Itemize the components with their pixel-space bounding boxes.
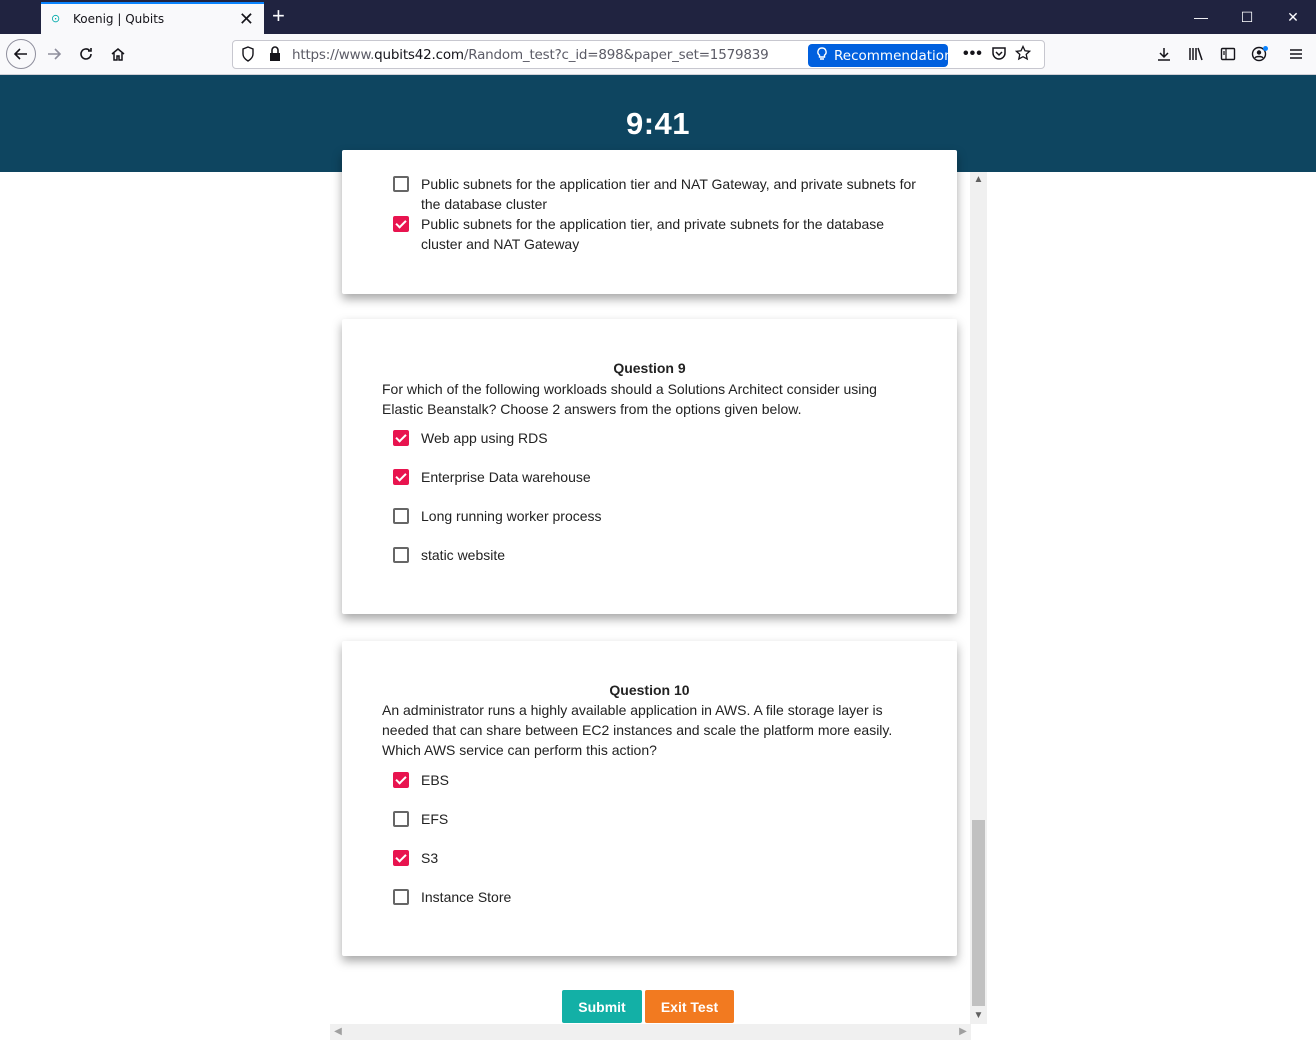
answer-option[interactable]: Web app using RDS: [393, 428, 921, 448]
answer-option[interactable]: Public subnets for the application tier,…: [393, 214, 921, 254]
recommendation-button[interactable]: Recommendation: [808, 44, 953, 67]
option-checkbox[interactable]: [393, 469, 409, 485]
logout-link[interactable]: LOGOUT: [1232, 211, 1292, 227]
reload-icon[interactable]: [72, 40, 100, 68]
close-window-button[interactable]: ✕: [1270, 0, 1316, 34]
lightbulb-icon: [816, 46, 828, 65]
tab-close-icon[interactable]: ✕: [239, 10, 254, 28]
home-link[interactable]: HOME: [1172, 211, 1214, 227]
scroll-thumb[interactable]: [972, 820, 985, 1006]
question-text: An administrator runs a highly available…: [382, 702, 893, 758]
tab-bar: ⊙ Koenig | Qubits ✕ + — ☐ ✕: [0, 0, 1316, 34]
option-checkbox[interactable]: [393, 850, 409, 866]
library-icon[interactable]: [1180, 40, 1212, 68]
answer-option[interactable]: S3: [393, 848, 921, 868]
scroll-up-icon[interactable]: ▲: [970, 172, 987, 188]
question-card: Question 10 An administrator runs a high…: [342, 641, 957, 956]
option-checkbox[interactable]: [393, 889, 409, 905]
countdown-timer: 9:41: [625, 105, 691, 141]
account-icon[interactable]: [1244, 40, 1276, 68]
koenig-favicon: ⊙: [51, 13, 61, 25]
option-label: Public subnets for the application tier,…: [421, 216, 885, 252]
submit-button[interactable]: Submit: [562, 990, 642, 1023]
tab-title: Koenig | Qubits: [73, 12, 165, 26]
option-checkbox[interactable]: [393, 430, 409, 446]
toolbar-right: [1148, 40, 1316, 68]
answer-option[interactable]: Public subnets for the application tier …: [393, 174, 921, 214]
option-checkbox[interactable]: [393, 811, 409, 827]
browser-tab[interactable]: ⊙ Koenig | Qubits ✕: [41, 2, 264, 34]
scroll-right-icon[interactable]: ▶: [955, 1024, 971, 1040]
option-label: S3: [421, 850, 439, 866]
back-arrow-icon[interactable]: [6, 39, 36, 69]
vertical-scrollbar[interactable]: ▲ ▼: [970, 172, 987, 1024]
option-label: EFS: [421, 811, 449, 827]
question-text: For which of the following workloads sho…: [382, 381, 877, 417]
option-checkbox[interactable]: [393, 772, 409, 788]
minimize-button[interactable]: —: [1178, 0, 1224, 34]
option-label: Long running worker process: [421, 508, 602, 524]
download-icon[interactable]: [1148, 40, 1180, 68]
shield-icon[interactable]: [241, 46, 255, 67]
option-label: static website: [421, 547, 506, 563]
answer-option[interactable]: EBS: [393, 770, 921, 790]
answer-option[interactable]: Instance Store: [393, 887, 921, 907]
lock-icon[interactable]: [269, 46, 281, 67]
maximize-button[interactable]: ☐: [1224, 0, 1270, 34]
horizontal-scrollbar[interactable]: ◀ ▶: [330, 1024, 971, 1040]
forward-arrow-icon[interactable]: [40, 40, 68, 68]
option-checkbox[interactable]: [393, 216, 409, 232]
option-label: Enterprise Data warehouse: [421, 469, 591, 485]
star-icon[interactable]: [1014, 44, 1031, 66]
question-title: Question 10: [609, 682, 690, 698]
answer-option[interactable]: static website: [393, 545, 921, 565]
home-icon[interactable]: [104, 40, 132, 68]
window-controls: — ☐ ✕: [1178, 0, 1316, 34]
option-label: Web app using RDS: [421, 430, 548, 446]
option-checkbox[interactable]: [393, 176, 409, 192]
more-icon[interactable]: •••: [963, 45, 983, 66]
option-checkbox[interactable]: [393, 508, 409, 524]
option-label: Instance Store: [421, 889, 512, 905]
menu-icon[interactable]: [1276, 40, 1316, 68]
option-checkbox[interactable]: [393, 547, 409, 563]
scroll-left-icon[interactable]: ◀: [330, 1024, 346, 1040]
url-bar-actions: •••: [963, 44, 1031, 66]
pocket-icon[interactable]: [991, 45, 1007, 66]
option-label: Public subnets for the application tier …: [421, 176, 916, 212]
url-text[interactable]: https://www.qubits42.com/Random_test?c_i…: [292, 47, 769, 63]
question-card: Public subnets for the application tier …: [342, 150, 957, 294]
top-nav-links: HOME LOGOUT: [1172, 211, 1292, 227]
scroll-down-icon[interactable]: ▼: [970, 1008, 987, 1024]
new-tab-button[interactable]: +: [272, 5, 285, 27]
nav-toolbar: https://www.qubits42.com/Random_test?c_i…: [0, 34, 1316, 75]
recommendation-label: Recommendation: [834, 47, 953, 64]
question-title: Question 9: [613, 360, 686, 376]
answer-option[interactable]: Enterprise Data warehouse: [393, 467, 921, 487]
answer-option[interactable]: EFS: [393, 809, 921, 829]
option-label: EBS: [421, 772, 450, 788]
url-bar[interactable]: https://www.qubits42.com/Random_test?c_i…: [232, 40, 1045, 69]
exit-test-button[interactable]: Exit Test: [645, 990, 734, 1023]
question-card: Question 9 For which of the following wo…: [342, 319, 957, 614]
sidebar-icon[interactable]: [1212, 40, 1244, 68]
answer-option[interactable]: Long running worker process: [393, 506, 921, 526]
